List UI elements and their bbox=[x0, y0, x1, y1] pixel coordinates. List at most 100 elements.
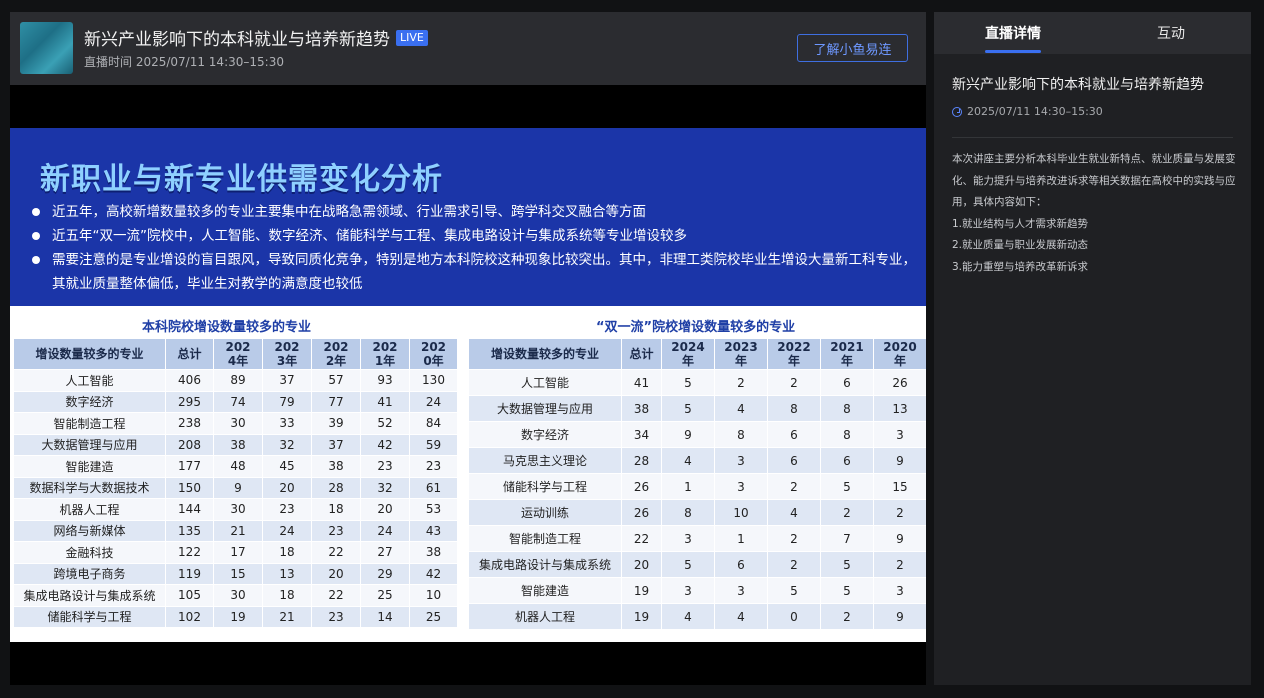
count-cell: 53 bbox=[409, 498, 458, 521]
count-cell: 33 bbox=[262, 412, 312, 435]
tab-live-details[interactable]: 直播详情 bbox=[985, 23, 1041, 43]
major-name-cell: 大数据管理与应用 bbox=[13, 433, 166, 456]
count-cell: 21 bbox=[213, 519, 263, 542]
count-cell: 45 bbox=[262, 455, 312, 478]
count-cell: 130 bbox=[409, 369, 458, 392]
count-cell: 2 bbox=[820, 603, 874, 630]
detail-time: 2025/07/11 14:30–15:30 bbox=[967, 105, 1103, 118]
count-cell: 2 bbox=[767, 551, 821, 578]
count-cell: 26 bbox=[621, 473, 662, 500]
major-name-cell: 人工智能 bbox=[468, 369, 622, 396]
live-header: 新兴产业影响下的本科就业与培养新趋势 LIVE 直播时间 2025/07/11 … bbox=[10, 12, 926, 85]
table-row: 机器人工程 19 4 4 0 2 9 bbox=[468, 603, 926, 630]
count-cell: 41 bbox=[360, 390, 410, 413]
count-cell: 48 bbox=[213, 455, 263, 478]
table-row: 智能制造工程 22 3 1 2 7 9 bbox=[468, 525, 926, 552]
count-cell: 5 bbox=[820, 551, 874, 578]
table-row: 集成电路设计与集成系统 105 30 18 22 25 10 bbox=[13, 584, 458, 607]
table-header-row: 增设数量较多的专业 总计 2024年 2023年 2022年 2021年 2020年 bbox=[468, 338, 926, 370]
count-cell: 2 bbox=[820, 499, 874, 526]
column-header: 2022年 bbox=[767, 338, 821, 370]
count-cell: 15 bbox=[213, 562, 263, 585]
count-cell: 17 bbox=[213, 541, 263, 564]
major-name-cell: 智能建造 bbox=[468, 577, 622, 604]
live-time: 直播时间 2025/07/11 14:30–15:30 bbox=[84, 55, 284, 69]
count-cell: 2 bbox=[767, 369, 821, 396]
count-cell: 38 bbox=[621, 395, 662, 422]
table-row: 智能制造工程 238 30 33 39 52 84 bbox=[13, 412, 458, 435]
bullet-item: 需要注意的是专业增设的盲目跟风，导致同质化竞争，特别是地方本科院校这种现象比较突… bbox=[30, 248, 920, 296]
major-name-cell: 数字经济 bbox=[13, 390, 166, 413]
detail-time-row: 2025/07/11 14:30–15:30 bbox=[952, 105, 1103, 118]
side-tabs: 直播详情 互动 bbox=[934, 12, 1251, 54]
count-cell: 38 bbox=[409, 541, 458, 564]
table-header-row: 增设数量较多的专业 总计 2024年 2023年 2022年 2021年 2020年 bbox=[13, 338, 458, 370]
count-cell: 39 bbox=[311, 412, 361, 435]
count-cell: 37 bbox=[262, 369, 312, 392]
count-cell: 3 bbox=[661, 525, 715, 552]
count-cell: 8 bbox=[820, 421, 874, 448]
table-row: 智能建造 177 48 45 38 23 23 bbox=[13, 455, 458, 478]
count-cell: 295 bbox=[165, 390, 214, 413]
column-header: 总计 bbox=[621, 338, 662, 370]
count-cell: 21 bbox=[262, 605, 312, 628]
count-cell: 4 bbox=[714, 395, 768, 422]
count-cell: 18 bbox=[262, 541, 312, 564]
description-item: 2.就业质量与职业发展新动态 bbox=[952, 239, 1089, 251]
count-cell: 23 bbox=[360, 455, 410, 478]
follow-button[interactable]: 了解小鱼易连 bbox=[797, 34, 908, 62]
count-cell: 4 bbox=[767, 499, 821, 526]
count-cell: 52 bbox=[360, 412, 410, 435]
tab-interaction[interactable]: 互动 bbox=[1157, 23, 1185, 43]
count-cell: 14 bbox=[360, 605, 410, 628]
major-name-cell: 智能建造 bbox=[13, 455, 166, 478]
count-cell: 6 bbox=[767, 421, 821, 448]
major-name-cell: 数据科学与大数据技术 bbox=[13, 476, 166, 499]
count-cell: 7 bbox=[820, 525, 874, 552]
description-item: 1.就业结构与人才需求新趋势 bbox=[952, 217, 1089, 230]
count-cell: 22 bbox=[311, 541, 361, 564]
major-name-cell: 集成电路设计与集成系统 bbox=[468, 551, 622, 578]
detail-title: 新兴产业影响下的本科就业与培养新趋势 bbox=[952, 77, 1204, 93]
count-cell: 24 bbox=[360, 519, 410, 542]
count-cell: 6 bbox=[820, 447, 874, 474]
count-cell: 18 bbox=[311, 498, 361, 521]
column-header: 2022年 bbox=[311, 338, 361, 370]
count-cell: 61 bbox=[409, 476, 458, 499]
count-cell: 59 bbox=[409, 433, 458, 456]
count-cell: 20 bbox=[621, 551, 662, 578]
count-cell: 5 bbox=[820, 577, 874, 604]
count-cell: 15 bbox=[873, 473, 926, 500]
table-row: 储能科学与工程 102 19 21 23 14 25 bbox=[13, 605, 458, 628]
count-cell: 5 bbox=[767, 577, 821, 604]
count-cell: 8 bbox=[661, 499, 715, 526]
column-header: 2024年 bbox=[213, 338, 263, 370]
count-cell: 38 bbox=[213, 433, 263, 456]
count-cell: 89 bbox=[213, 369, 263, 392]
count-cell: 30 bbox=[213, 498, 263, 521]
major-name-cell: 跨境电子商务 bbox=[13, 562, 166, 585]
table-row: 金融科技 122 17 18 22 27 38 bbox=[13, 541, 458, 564]
count-cell: 8 bbox=[767, 395, 821, 422]
count-cell: 3 bbox=[873, 421, 926, 448]
count-cell: 13 bbox=[873, 395, 926, 422]
count-cell: 22 bbox=[621, 525, 662, 552]
major-name-cell: 大数据管理与应用 bbox=[468, 395, 622, 422]
count-cell: 19 bbox=[621, 603, 662, 630]
count-cell: 32 bbox=[262, 433, 312, 456]
count-cell: 27 bbox=[360, 541, 410, 564]
description-item: 3.能力重塑与培养改革新诉求 bbox=[952, 260, 1089, 273]
major-name-cell: 集成电路设计与集成系统 bbox=[13, 584, 166, 607]
bullet-item: 近五年，高校新增数量较多的专业主要集中在战略急需领域、行业需求引导、跨学科交叉融… bbox=[30, 200, 920, 224]
count-cell: 2 bbox=[873, 551, 926, 578]
count-cell: 105 bbox=[165, 584, 214, 607]
count-cell: 22 bbox=[311, 584, 361, 607]
count-cell: 10 bbox=[714, 499, 768, 526]
count-cell: 29 bbox=[360, 562, 410, 585]
count-cell: 135 bbox=[165, 519, 214, 542]
column-header: 增设数量较多的专业 bbox=[468, 338, 622, 370]
count-cell: 208 bbox=[165, 433, 214, 456]
count-cell: 4 bbox=[661, 447, 715, 474]
table-row: 数字经济 295 74 79 77 41 24 bbox=[13, 390, 458, 413]
count-cell: 2 bbox=[873, 499, 926, 526]
